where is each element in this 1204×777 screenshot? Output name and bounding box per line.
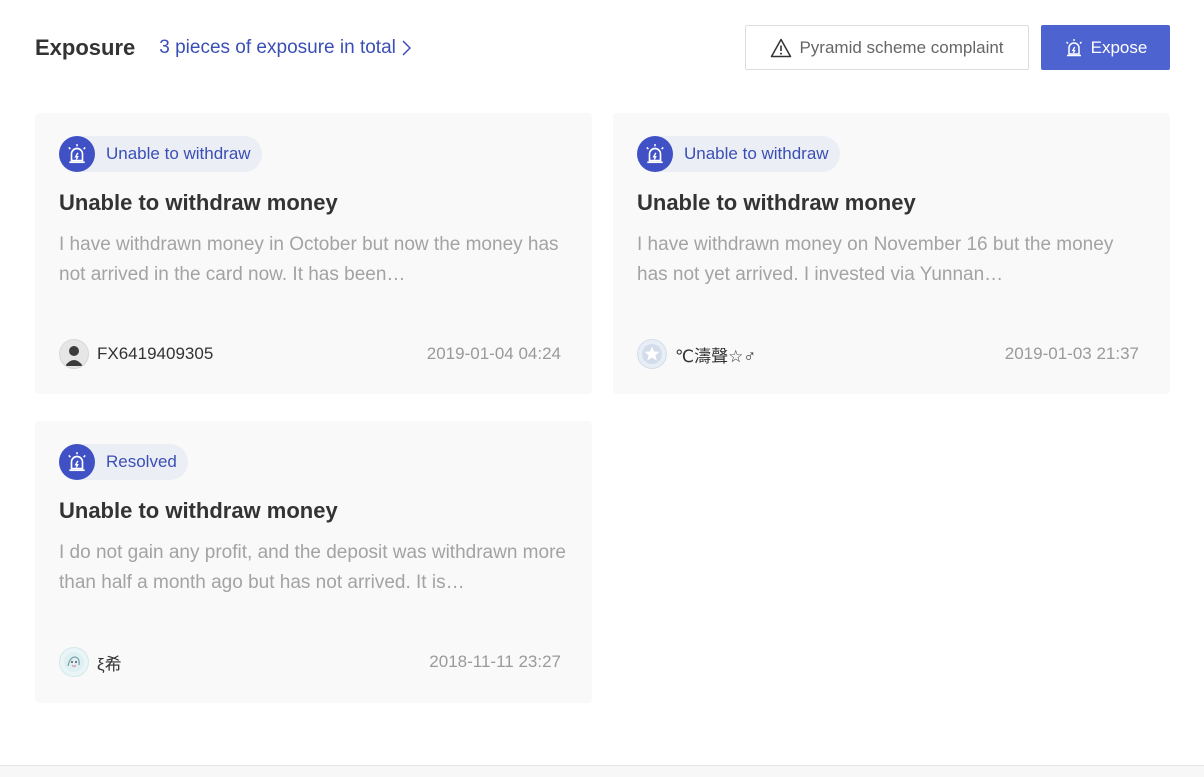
card-description: I have withdrawn money in October but no…: [59, 234, 559, 285]
post-time: 2018-11-11 23:27: [429, 652, 561, 671]
exposure-page: Exposure 3 pieces of exposure in total P…: [0, 0, 1204, 777]
card-title: Unable to withdraw money: [59, 190, 338, 215]
alarm-light-icon: [59, 136, 95, 172]
pyramid-complaint-button[interactable]: Pyramid scheme complaint: [745, 25, 1029, 70]
card-description: I do not gain any profit, and the deposi…: [59, 542, 566, 593]
footer-strip: [0, 766, 1204, 777]
alarm-light-icon: [1064, 38, 1084, 58]
user-name: ξ希: [97, 654, 122, 674]
total-exposure-link[interactable]: 3 pieces of exposure in total: [159, 37, 411, 59]
card-footer: ℃濤聲☆♂ 2019-01-03 21:37: [637, 339, 1139, 369]
star-avatar-icon: [637, 339, 667, 369]
person-avatar-icon: [59, 339, 89, 369]
exposure-header: Exposure 3 pieces of exposure in total P…: [35, 25, 1170, 70]
card-title: Unable to withdraw money: [637, 190, 916, 215]
expose-button[interactable]: Expose: [1041, 25, 1170, 70]
status-tag-label: Unable to withdraw: [684, 144, 829, 163]
post-time: 2019-01-04 04:24: [426, 344, 561, 363]
warning-icon: [770, 38, 792, 58]
status-tag: Unable to withdraw: [59, 136, 262, 172]
card-footer: FX6419409305 2019-01-04 04:24: [59, 339, 561, 369]
status-tag: Resolved: [59, 444, 188, 480]
status-tag-label: Unable to withdraw: [106, 144, 251, 163]
post-time: 2019-01-03 21:37: [1004, 344, 1139, 363]
card-description: I have withdrawn money on November 16 bu…: [637, 234, 1114, 285]
page-title: Exposure: [35, 34, 136, 60]
alarm-light-icon: [637, 136, 673, 172]
alarm-light-icon: [59, 444, 95, 480]
exposure-card[interactable]: Unable to withdraw Unable to withdraw mo…: [613, 113, 1170, 394]
card-title: Unable to withdraw money: [59, 498, 338, 523]
expose-label: Expose: [1090, 37, 1148, 57]
status-tag: Unable to withdraw: [637, 136, 840, 172]
user-name: FX6419409305: [97, 344, 214, 363]
status-tag-label: Resolved: [106, 452, 177, 471]
pyramid-complaint-label: Pyramid scheme complaint: [799, 37, 1004, 57]
cartoon-avatar-icon: [59, 647, 89, 677]
exposure-card[interactable]: Resolved Unable to withdraw money I do n…: [35, 421, 592, 703]
total-exposure-label: 3 pieces of exposure in total: [159, 36, 396, 58]
card-footer: ξ希 2018-11-11 23:27: [59, 647, 561, 677]
user-name: ℃濤聲☆♂: [675, 346, 757, 366]
chevron-right-icon: [402, 39, 411, 56]
exposure-card[interactable]: Unable to withdraw Unable to withdraw mo…: [35, 113, 592, 394]
header-actions: Pyramid scheme complaint Expose: [745, 25, 1170, 70]
